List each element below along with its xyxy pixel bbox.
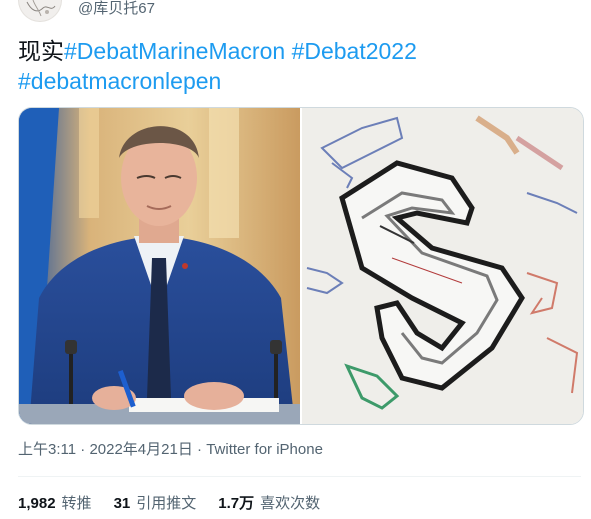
hashtag-link[interactable]: #debatmacronlepen <box>18 68 221 94</box>
photo-man-at-desk-image <box>19 108 300 424</box>
likes-count: 1.7万 <box>218 495 255 512</box>
photo-sketch-letter-image <box>302 108 583 424</box>
quotes-label: 引用推文 <box>136 495 197 512</box>
tweet-meta: 上午3:11 · 2022年4月21日 · Twitter for iPhone <box>18 440 323 460</box>
meta-separator: · <box>80 441 86 458</box>
media-grid <box>18 107 584 425</box>
quotes-count: 31 <box>113 495 131 512</box>
tweet-text: 现实#DebatMarineMacron #Debat2022 #debatma… <box>18 36 578 96</box>
likes-label: 喜欢次数 <box>260 495 321 512</box>
meta-separator: · <box>197 441 203 458</box>
quotes-stat[interactable]: 31 引用推文 <box>114 494 197 514</box>
hashtag-link[interactable]: #DebatMarineMacron <box>64 38 285 64</box>
avatar[interactable] <box>18 0 62 22</box>
user-handle[interactable]: @库贝托67 <box>78 0 155 18</box>
tweet-date[interactable]: 2022年4月21日 <box>89 441 192 458</box>
tweet-stats: 1,982 转推 31 引用推文 1.7万 喜欢次数 <box>18 494 320 514</box>
tweet-text-prefix: 现实 <box>18 38 64 64</box>
retweets-stat[interactable]: 1,982 转推 <box>18 494 92 514</box>
hashtag-link[interactable]: #Debat2022 <box>292 38 417 64</box>
divider <box>18 476 581 477</box>
photo-sketch-letter[interactable] <box>302 108 583 424</box>
avatar-illustration <box>26 0 56 17</box>
tweet-header: @库贝托67 <box>18 0 155 22</box>
tweet-time[interactable]: 上午3:11 <box>18 441 76 458</box>
likes-stat[interactable]: 1.7万 喜欢次数 <box>218 494 320 514</box>
retweets-count: 1,982 <box>18 495 56 512</box>
tweet-source[interactable]: Twitter for iPhone <box>206 441 323 458</box>
photo-man-at-desk[interactable] <box>19 108 300 424</box>
retweets-label: 转推 <box>61 495 92 512</box>
